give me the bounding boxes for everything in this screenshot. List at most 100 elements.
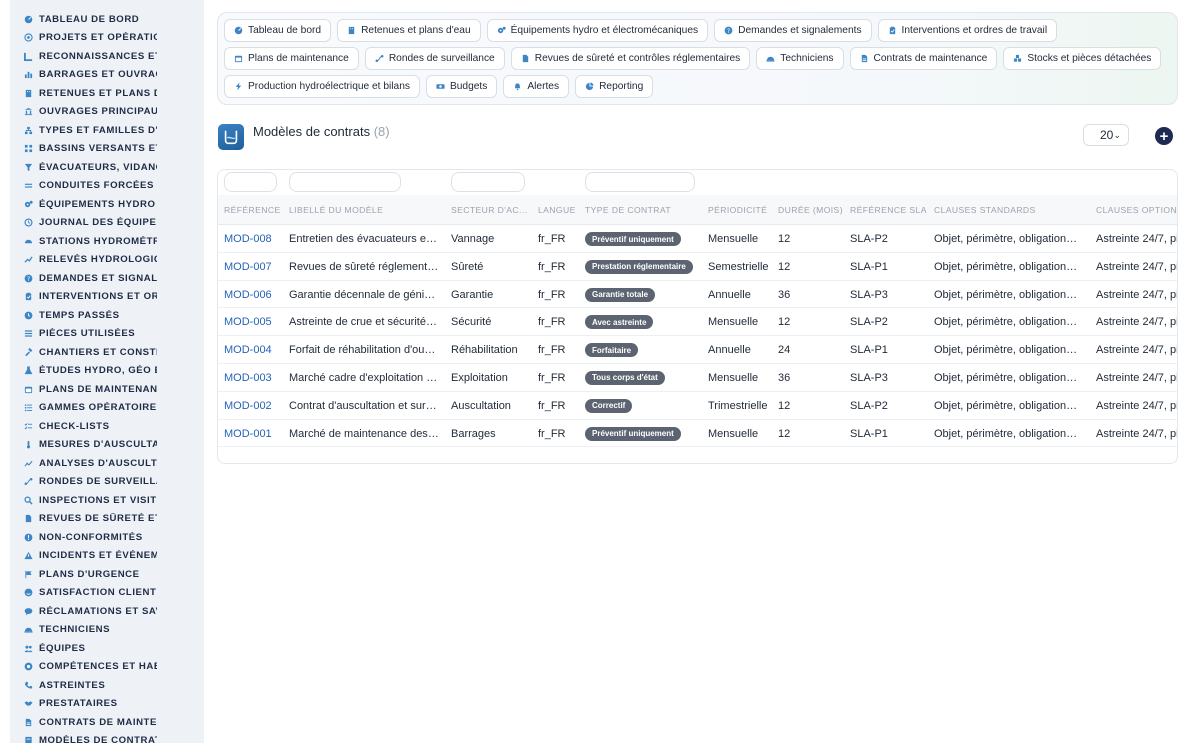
helmet-icon (766, 54, 775, 63)
sidebar-item[interactable]: Plans de maintenance (10, 380, 204, 399)
reference-link[interactable]: MOD-006 (224, 289, 272, 301)
column-header[interactable]: Type de contrat (585, 205, 705, 215)
cell-sla: SLA-P2 (850, 399, 888, 412)
sidebar-item[interactable]: Compétences et habil (10, 658, 204, 677)
table-row[interactable]: MOD-007 Revues de sûreté réglementa... Sûr… (218, 253, 1177, 281)
reference-link[interactable]: MOD-002 (224, 400, 272, 412)
sidebar-item[interactable]: Conduites forcées et (10, 177, 204, 196)
sidebar-item[interactable]: Tableau de bord (10, 10, 204, 29)
nav-button[interactable]: Contrats de maintenance (849, 47, 998, 70)
nav-button[interactable]: Reporting (575, 75, 654, 98)
sidebar-item[interactable]: Ouvrages principaux (10, 103, 204, 122)
sidebar-item[interactable]: Chantiers et constru (10, 343, 204, 362)
nav-button[interactable]: Techniciens (756, 47, 844, 70)
sidebar-item[interactable]: Rondes de surveillan (10, 473, 204, 492)
bolt-icon (234, 82, 243, 91)
sidebar-item[interactable]: Check-lists (10, 417, 204, 436)
sidebar-item[interactable]: Techniciens (10, 621, 204, 640)
nav-button[interactable]: Tableau de bord (224, 19, 332, 42)
sidebar-item[interactable]: Revues de sûreté et c (10, 510, 204, 529)
column-header[interactable]: Référence (224, 205, 284, 215)
filter-label-input[interactable] (289, 172, 401, 192)
cell-opt: Astreinte 24/7, pié (1096, 260, 1178, 273)
warning-icon (24, 551, 33, 560)
sidebar-item[interactable]: Plans d'urgence (10, 565, 204, 584)
table-row[interactable]: MOD-002 Contrat d'auscultation et surv...… (218, 392, 1177, 420)
nav-button[interactable]: Revues de sûreté et contrôles réglementa… (510, 47, 751, 70)
nav-button[interactable]: Stocks et pièces détachées (1003, 47, 1162, 70)
sidebar-item[interactable]: Évacuateurs, vidange (10, 158, 204, 177)
sidebar-item[interactable]: Contrats de maintena (10, 713, 204, 732)
sidebar-item[interactable]: Analyses d'auscultat (10, 454, 204, 473)
reference-link[interactable]: MOD-005 (224, 316, 272, 328)
column-header[interactable]: Clauses optionn (1096, 205, 1177, 215)
reference-link[interactable]: MOD-007 (224, 261, 272, 273)
sidebar-item[interactable]: Équipes (10, 639, 204, 658)
sidebar-item[interactable]: ? Demandes et signalem (10, 269, 204, 288)
filter-reference-input[interactable] (224, 172, 277, 192)
sidebar-item[interactable]: Non-conformités (10, 528, 204, 547)
sidebar-item-label: Conduites forcées et (39, 180, 157, 192)
cell-label: Entretien des évacuateurs et ... (289, 233, 439, 245)
nav-button[interactable]: Équipements hydro et électromécaniques (486, 19, 709, 42)
filter-type-input[interactable] (585, 172, 695, 192)
column-header[interactable]: Durée (mois) (778, 205, 848, 215)
table-row[interactable]: MOD-005 Astreinte de crue et sécurité 2..… (218, 308, 1177, 337)
sidebar-item[interactable]: Reconnaissances et v (10, 47, 204, 66)
sidebar-item[interactable]: Temps passés (10, 306, 204, 325)
sidebar-item[interactable]: Satisfaction client (10, 584, 204, 603)
nav-button[interactable]: ? Demandes et signalements (714, 19, 872, 42)
sidebar-item[interactable]: Mesures d'auscultati (10, 436, 204, 455)
column-header[interactable]: Secteur d'ac... (451, 205, 531, 215)
nav-button[interactable]: Production hydroélectrique et bilans (224, 75, 420, 98)
nav-button[interactable]: Budgets (425, 75, 498, 98)
nav-button[interactable]: Alertes (503, 75, 570, 98)
reference-link[interactable]: MOD-008 (224, 233, 272, 245)
sidebar-item[interactable]: Barrages et ouvrage (10, 66, 204, 85)
reference-link[interactable]: MOD-004 (224, 344, 272, 356)
sidebar-item[interactable]: Relevés hydrologiqu (10, 251, 204, 270)
sidebar-item[interactable]: Incidents et événemen (10, 547, 204, 566)
sidebar-item[interactable]: Gammes opératoires (10, 399, 204, 418)
table-row[interactable]: MOD-004 Forfait de réhabilitation d'ouvr.… (218, 336, 1177, 364)
sidebar-item[interactable]: Retenues et plans d'e (10, 84, 204, 103)
per-page-select[interactable]: 20 ⌄ (1083, 124, 1129, 146)
sidebar-item[interactable]: Inspections et visites (10, 491, 204, 510)
flask-icon (24, 366, 33, 375)
table-row[interactable]: MOD-008 Entretien des évacuateurs et ... V… (218, 225, 1177, 253)
column-header[interactable]: Clauses standards (934, 205, 1094, 215)
reference-link[interactable]: MOD-003 (224, 372, 272, 384)
sidebar-item[interactable]: Projets et opération (10, 29, 204, 48)
table-row[interactable]: MOD-003 Marché cadre d'exploitation e... E… (218, 364, 1177, 392)
column-header[interactable]: Périodicité (708, 205, 776, 215)
cell-lang: fr_FR (538, 260, 566, 273)
nav-button[interactable]: Interventions et ordres de travail (877, 19, 1058, 42)
sidebar-item[interactable]: Journal des équipeme (10, 214, 204, 233)
sidebar-item[interactable]: Pièces utilisées (10, 325, 204, 344)
add-record-button[interactable]: + (1155, 127, 1173, 145)
table-row[interactable]: MOD-001 Marché de maintenance des ... Barr… (218, 420, 1177, 448)
sidebar-item[interactable]: Prestataires (10, 695, 204, 714)
sidebar-item[interactable]: Interventions et ordi (10, 288, 204, 307)
sidebar-item[interactable]: Bassins versants et a (10, 140, 204, 159)
table-row[interactable]: MOD-006 Garantie décennale de génie ... Ga… (218, 281, 1177, 309)
column-header[interactable]: Référence SLA (850, 205, 930, 215)
column-header[interactable]: Langue (538, 205, 583, 215)
cell-sla: SLA-P2 (850, 233, 888, 245)
sidebar-item[interactable]: Études hydro, géo et (10, 362, 204, 381)
sidebar-item[interactable]: Modèles de contrats (10, 732, 204, 743)
sidebar-item[interactable]: Stations hydrométric (10, 232, 204, 251)
filter-sector-input[interactable] (451, 172, 525, 192)
cell-period: Mensuelle (708, 233, 759, 245)
sidebar-item[interactable]: Réclamations et SAV (10, 602, 204, 621)
column-header[interactable]: Libellé du modèle (289, 205, 439, 215)
nav-button[interactable]: Retenues et plans d'eau (337, 19, 481, 42)
reference-link[interactable]: MOD-001 (224, 428, 272, 440)
sidebar-item[interactable]: Types et familles d'ou (10, 121, 204, 140)
nav-button[interactable]: Plans de maintenance (224, 47, 359, 70)
cell-period: Trimestrielle (708, 399, 768, 412)
sidebar-item[interactable]: Équipements hydro et (10, 195, 204, 214)
nav-button[interactable]: Rondes de surveillance (364, 47, 505, 70)
sidebar-item[interactable]: Astreintes (10, 676, 204, 695)
sidebar-item-label: Évacuateurs, vidange (39, 161, 157, 173)
